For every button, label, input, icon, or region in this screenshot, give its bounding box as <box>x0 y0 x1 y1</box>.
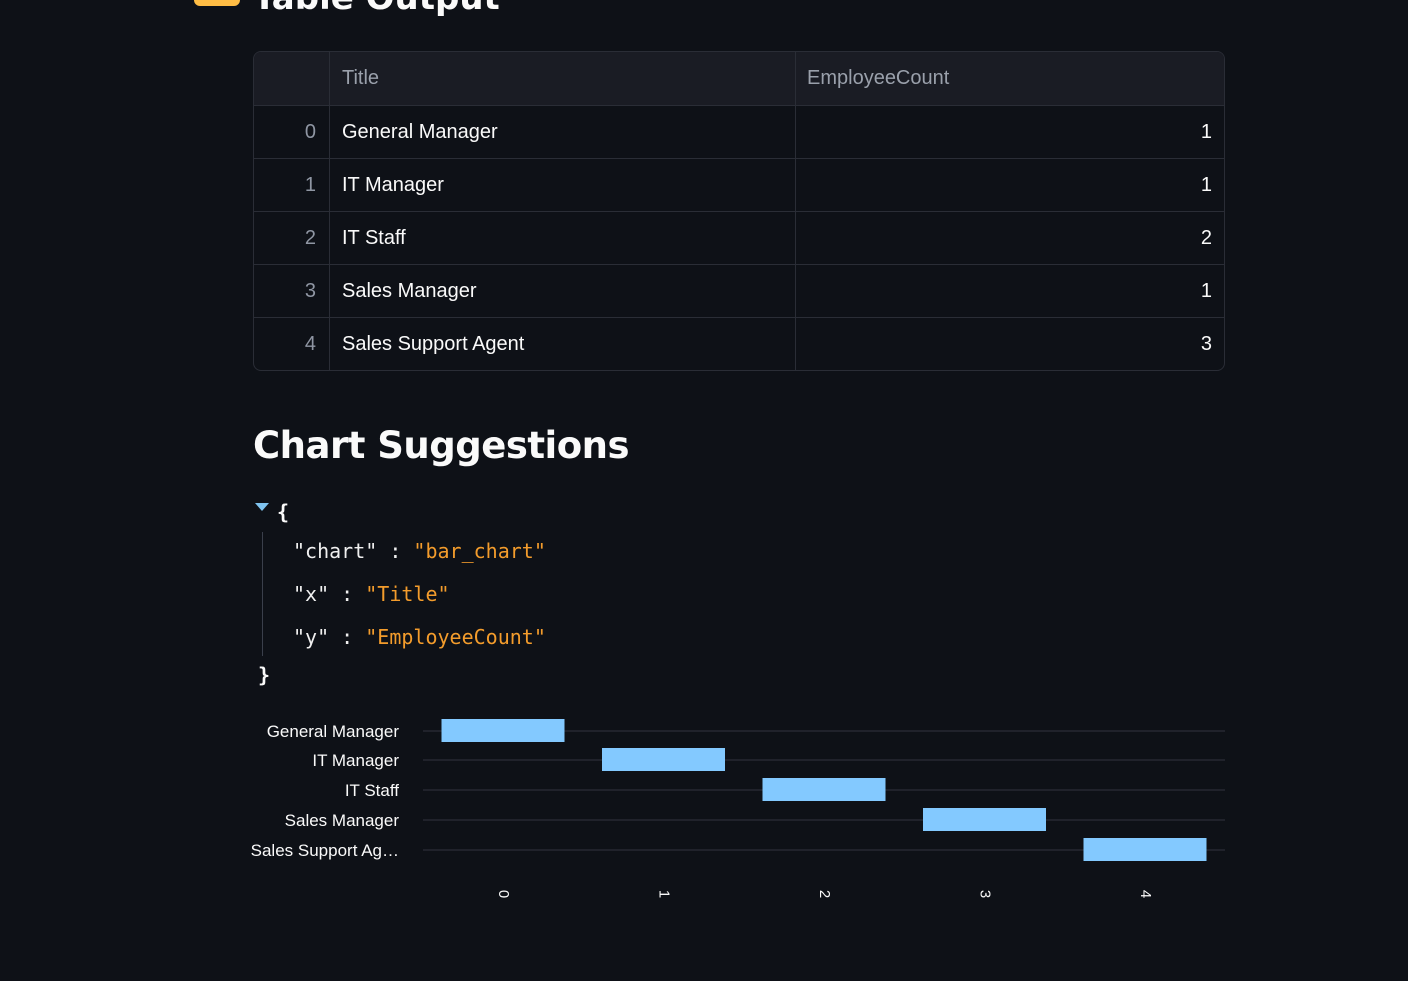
x-tick-label: 3 <box>977 890 994 898</box>
row-index: 4 <box>254 318 330 370</box>
index-column-header[interactable] <box>254 52 330 105</box>
x-tick-label: 4 <box>1137 890 1154 898</box>
chart-suggestions-heading: Chart Suggestions <box>253 424 630 467</box>
title-cell[interactable]: IT Manager <box>330 159 796 211</box>
y-tick-label: General Manager <box>267 722 400 741</box>
json-open-brace: { <box>277 500 290 524</box>
bar[interactable] <box>441 719 565 742</box>
table-row[interactable]: 4 Sales Support Agent 3 <box>254 317 1224 370</box>
json-indent-guide <box>262 532 263 656</box>
json-entry-x: "x" : "Title" <box>293 582 450 606</box>
json-colon: : <box>329 625 366 649</box>
x-tick-label: 0 <box>495 890 512 898</box>
y-tick-label: IT Manager <box>312 751 399 770</box>
employee-count-cell[interactable]: 1 <box>796 106 1224 158</box>
title-column-header[interactable]: Title <box>330 52 796 105</box>
json-key: "x" <box>293 582 330 606</box>
json-key: "y" <box>293 625 330 649</box>
y-tick-label: Sales Manager <box>285 811 400 830</box>
json-entry-chart: "chart" : "bar_chart" <box>293 539 546 563</box>
table-row[interactable]: 3 Sales Manager 1 <box>254 264 1224 317</box>
bar[interactable] <box>602 748 725 771</box>
collapse-toggle-icon[interactable] <box>255 503 269 511</box>
row-index: 0 <box>254 106 330 158</box>
title-cell[interactable]: General Manager <box>330 106 796 158</box>
employee-count-cell[interactable]: 2 <box>796 212 1224 264</box>
json-colon: : <box>329 582 366 606</box>
title-cell[interactable]: IT Staff <box>330 212 796 264</box>
x-tick-label: 2 <box>816 890 833 898</box>
y-tick-label: IT Staff <box>345 781 399 800</box>
json-value: "EmployeeCount" <box>365 625 546 649</box>
json-value: "bar_chart" <box>413 539 546 563</box>
table-row[interactable]: 0 General Manager 1 <box>254 105 1224 158</box>
employeecount-column-header[interactable]: EmployeeCount <box>796 52 1224 105</box>
table-row[interactable]: 1 IT Manager 1 <box>254 158 1224 211</box>
table-output-heading: Table Output <box>253 0 500 18</box>
table-header-row: Title EmployeeCount <box>254 52 1224 105</box>
employee-count-cell[interactable]: 1 <box>796 159 1224 211</box>
y-tick-label: Sales Support Ag… <box>251 841 399 860</box>
table-row[interactable]: 2 IT Staff 2 <box>254 211 1224 264</box>
row-index: 3 <box>254 265 330 317</box>
top-badge <box>194 0 240 6</box>
bar[interactable] <box>923 808 1046 831</box>
json-entry-y: "y" : "EmployeeCount" <box>293 625 546 649</box>
bar[interactable] <box>762 778 886 801</box>
row-index: 1 <box>254 159 330 211</box>
data-table[interactable]: Title EmployeeCount 0 General Manager 1 … <box>253 51 1225 371</box>
bar[interactable] <box>1083 838 1207 861</box>
employee-count-cell[interactable]: 3 <box>796 318 1224 370</box>
x-tick-label: 1 <box>656 890 673 898</box>
title-cell[interactable]: Sales Manager <box>330 265 796 317</box>
bar-chart[interactable]: General Manager IT Manager IT Staff Sales M… <box>250 705 1230 905</box>
json-close-brace: } <box>258 663 271 687</box>
row-index: 2 <box>254 212 330 264</box>
employee-count-cell[interactable]: 1 <box>796 265 1224 317</box>
title-cell[interactable]: Sales Support Agent <box>330 318 796 370</box>
json-colon: : <box>377 539 414 563</box>
json-value: "Title" <box>365 582 450 606</box>
json-key: "chart" <box>293 539 378 563</box>
